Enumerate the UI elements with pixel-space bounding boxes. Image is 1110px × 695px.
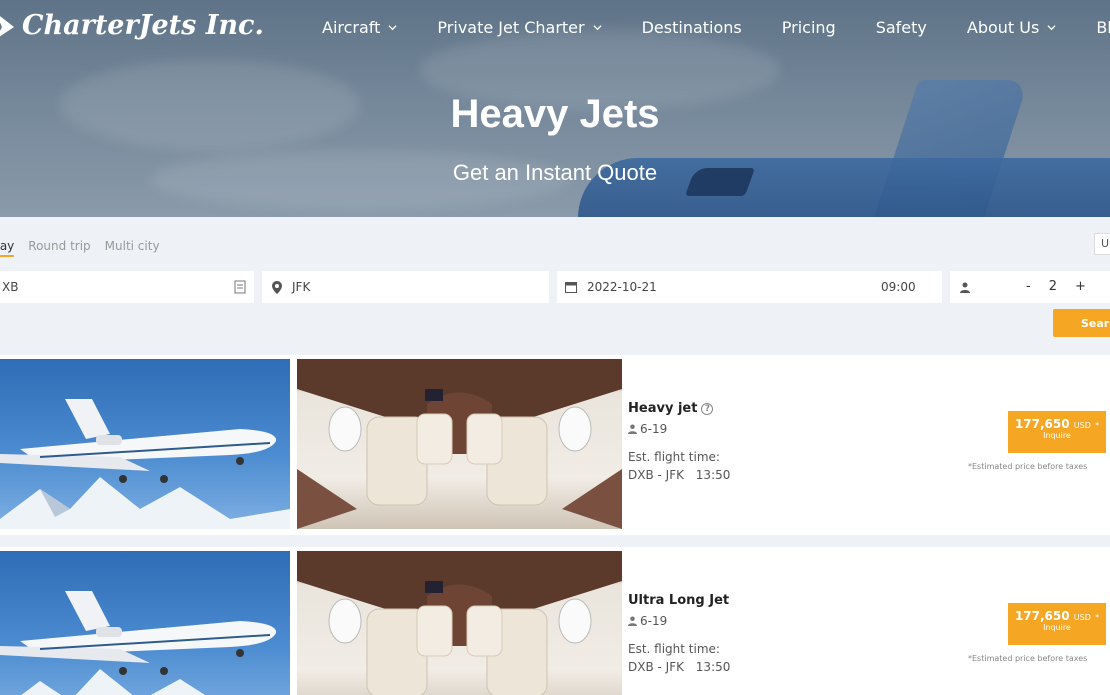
page-subtitle: Get an Instant Quote — [452, 160, 658, 185]
nav-item-label: Aircraft — [322, 18, 381, 37]
logo-mark-icon — [0, 11, 16, 41]
tab-round-trip[interactable]: Round trip — [28, 239, 90, 257]
inquire-price-button[interactable]: 177,650 USD * Inquire — [1008, 411, 1106, 453]
departure-date-field[interactable]: 2022-10-21 09:00 — [557, 271, 942, 303]
result-title: Ultra Long Jet — [628, 592, 730, 610]
currency-toggle[interactable]: U — [1094, 233, 1110, 255]
passenger-range: 6-19 — [640, 422, 668, 436]
result-card: Heavy jet ? 6-19 Est. flight time: DXB -… — [0, 355, 1110, 535]
passenger-range: 6-19 — [640, 614, 668, 628]
decrease-passengers-button[interactable]: - — [1026, 279, 1031, 294]
price-asterisk: * — [1095, 421, 1100, 430]
person-icon — [628, 424, 637, 434]
duration-text: 13:50 — [695, 660, 731, 674]
from-airport-field[interactable]: XB — [0, 271, 254, 303]
result-details: Ultra Long Jet 6-19 Est. flight time: DX… — [628, 592, 730, 676]
nav-item-private-jet-charter[interactable]: Private Jet Charter — [437, 18, 602, 37]
route-text: DXB - JFK — [628, 660, 684, 674]
nav-item-label: About Us — [966, 18, 1040, 37]
page-title: Heavy Jets — [450, 92, 660, 136]
calendar-icon — [565, 282, 577, 293]
person-icon — [628, 616, 637, 626]
passengers-field: - 2 + — [950, 271, 1110, 303]
search-button[interactable]: Search — [1053, 309, 1110, 337]
nav-item-label: Private Jet Charter — [437, 18, 585, 37]
top-navigation: CharterJets Inc. Aircraft Private Jet Ch… — [0, 0, 1110, 58]
passenger-capacity: 6-19 — [628, 612, 730, 630]
nav-item-safety[interactable]: Safety — [876, 18, 927, 37]
hero-banner: CharterJets Inc. Aircraft Private Jet Ch… — [0, 0, 1110, 217]
aircraft-exterior-photo — [0, 551, 290, 695]
inquire-label: Inquire — [1043, 431, 1071, 440]
price-currency: USD — [1073, 613, 1091, 622]
increase-passengers-button[interactable]: + — [1075, 279, 1086, 294]
trip-type-tabs: way Round trip Multi city — [0, 239, 160, 257]
aircraft-exterior-photo — [0, 359, 290, 529]
location-pin-icon — [272, 280, 282, 294]
price-value: 177,650 — [1014, 417, 1070, 431]
price-asterisk: * — [1095, 613, 1100, 622]
result-card: Ultra Long Jet 6-19 Est. flight time: DX… — [0, 547, 1110, 695]
price-line: 177,650 USD * — [1008, 609, 1106, 623]
nav-item-pricing[interactable]: Pricing — [782, 18, 836, 37]
to-airport-field[interactable]: JFK — [262, 271, 549, 303]
inquire-price-button[interactable]: 177,650 USD * Inquire — [1008, 603, 1106, 645]
price-value: 177,650 — [1014, 609, 1070, 623]
result-details: Heavy jet ? 6-19 Est. flight time: DXB -… — [628, 400, 730, 484]
departure-date-value: 2022-10-21 — [587, 280, 657, 294]
passenger-count: 2 — [1048, 279, 1057, 294]
price-line: 177,650 USD * — [1008, 417, 1106, 431]
passenger-capacity: 6-19 — [628, 420, 730, 438]
duration-text: 13:50 — [695, 468, 731, 482]
price-disclaimer: *Estimated price before taxes — [968, 654, 1088, 663]
chevron-down-icon — [593, 25, 602, 31]
flight-time-label: Est. flight time: — [628, 642, 720, 656]
nav-item-blog[interactable]: Blog — [1096, 18, 1110, 37]
price-currency: USD — [1073, 421, 1091, 430]
result-title: Heavy jet ? — [628, 400, 730, 418]
tab-multi-city[interactable]: Multi city — [105, 239, 160, 257]
to-airport-value: JFK — [292, 280, 311, 294]
aircraft-class-name[interactable]: Ultra Long Jet — [628, 592, 729, 610]
route-and-duration: DXB - JFK 13:50 — [628, 658, 730, 676]
brand-logo[interactable]: CharterJets Inc. — [0, 10, 264, 41]
tab-one-way[interactable]: way — [0, 239, 15, 257]
aircraft-interior-photo — [297, 551, 622, 695]
nav-item-destinations[interactable]: Destinations — [642, 18, 742, 37]
aircraft-interior-photo — [297, 359, 622, 529]
nav-item-label: Destinations — [641, 18, 742, 37]
chevron-down-icon — [388, 25, 397, 31]
price-disclaimer: *Estimated price before taxes — [968, 462, 1088, 471]
route-text: DXB - JFK — [628, 468, 684, 482]
help-icon[interactable]: ? — [701, 403, 714, 415]
nav-item-about-us[interactable]: About Us — [967, 18, 1056, 37]
brand-name: CharterJets Inc. — [22, 10, 264, 41]
departure-time-value[interactable]: 09:00 — [881, 280, 916, 294]
nav-item-aircraft[interactable]: Aircraft — [322, 18, 397, 37]
nav-item-label: Blog — [1096, 18, 1110, 37]
nav-item-label: Pricing — [781, 18, 836, 37]
chevron-down-icon — [1047, 25, 1056, 31]
inquire-label: Inquire — [1043, 623, 1071, 632]
swap-airports-icon[interactable] — [234, 280, 246, 294]
quote-search-panel: way Round trip Multi city U XB JFK 2022-… — [0, 217, 1110, 347]
flight-time-label: Est. flight time: — [628, 450, 720, 464]
from-airport-value: XB — [2, 280, 19, 294]
route-and-duration: DXB - JFK 13:50 — [628, 466, 730, 484]
nav-item-label: Safety — [875, 18, 927, 37]
aircraft-class-name[interactable]: Heavy jet — [628, 400, 697, 418]
person-icon — [960, 282, 970, 293]
passenger-stepper: - 2 + — [1026, 279, 1086, 294]
main-menu: Aircraft Private Jet Charter Destination… — [322, 18, 1110, 37]
